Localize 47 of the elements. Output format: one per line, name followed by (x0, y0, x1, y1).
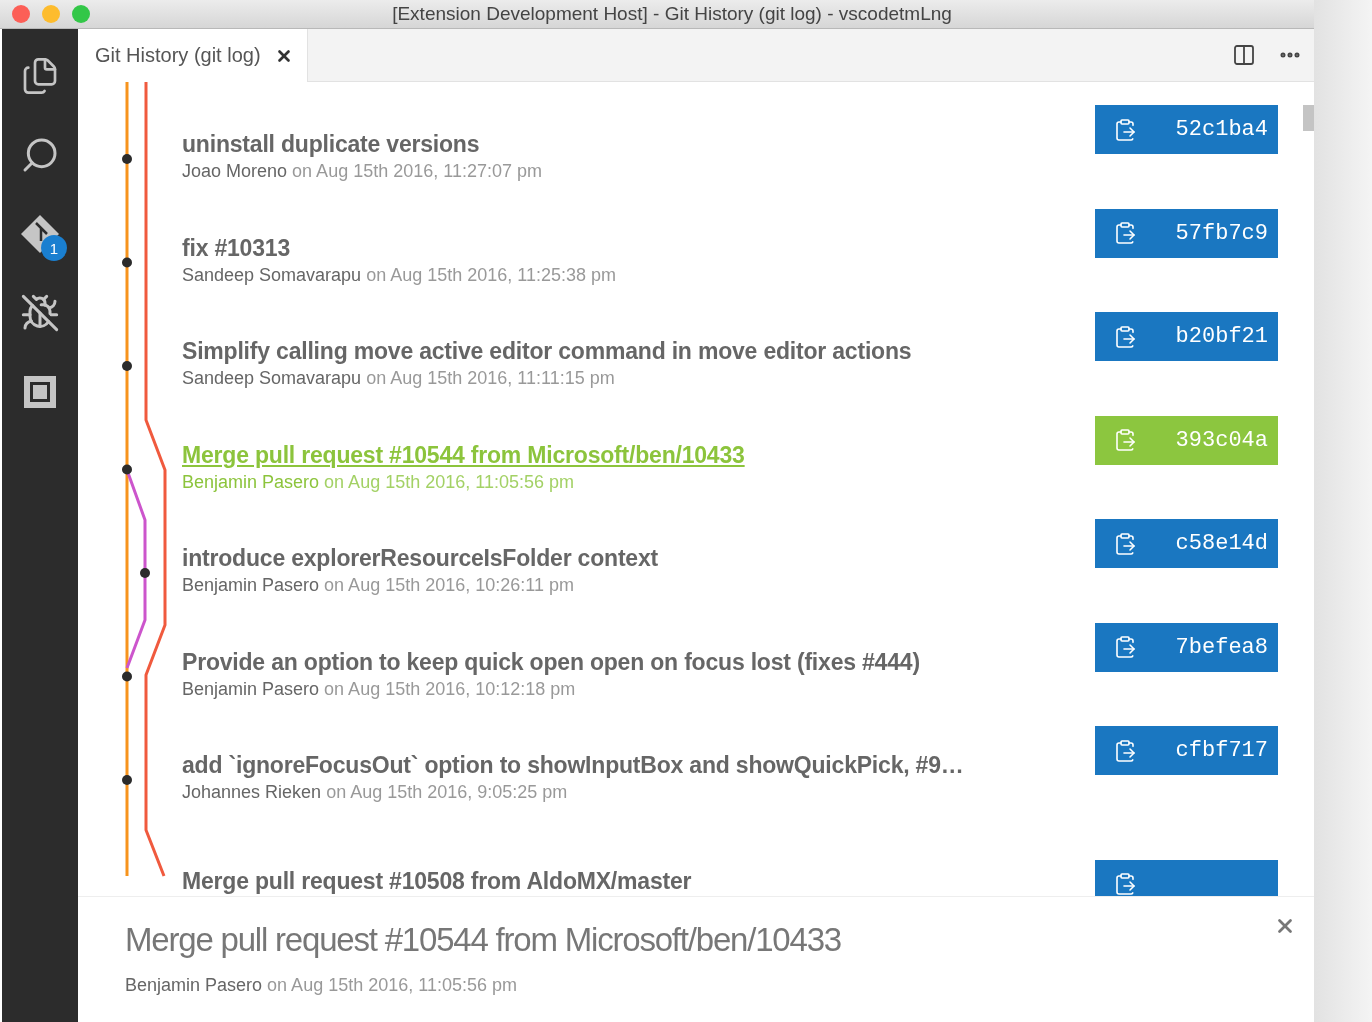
clipboard-icon (1113, 221, 1137, 245)
commit-title[interactable]: uninstall duplicate versions (182, 131, 480, 159)
commit-title[interactable]: Merge pull request #10508 from AldoMX/master (182, 867, 692, 895)
commit-dot (122, 464, 132, 475)
commit-dot (122, 775, 132, 785)
details-title: Merge pull request #10544 from Microsoft/ben/10433 (125, 921, 841, 959)
clipboard-icon (1113, 738, 1137, 763)
details-author-date: Benjamin Pasero on Aug 15th 2016, 11:05:56 pm (125, 975, 517, 996)
clipboard-icon (1113, 872, 1137, 896)
clipboard-icon (1113, 117, 1137, 142)
clipboard-icon (1113, 635, 1137, 659)
commit-dot (122, 361, 132, 371)
commit-title[interactable]: Provide an option to keep quick open open on focus lost (fixes #444) (182, 648, 920, 676)
extensions-icon (22, 374, 58, 410)
commit-dot (122, 671, 132, 682)
commit-author-date: Joao Moreno on Aug 15th 2016, 11:27:07 pm (182, 161, 542, 183)
editor-tab[interactable]: Git History (git log) (78, 29, 308, 82)
activity-bar-item[interactable]: 1 (15, 207, 65, 261)
split-editor-icon[interactable] (1232, 43, 1256, 67)
badge: 1 (41, 235, 67, 261)
window-title: [Extension Development Host] - Git History (git log) - vscodetmLng (391, 3, 953, 25)
commit-title[interactable]: Simplify calling move active editor command in move editor actions (182, 338, 912, 366)
commit-hash-button[interactable]: cfbf717 (1095, 726, 1278, 775)
clipboard-icon (1113, 428, 1137, 452)
commit-author-date: Sandeep Somavarapu on Aug 15th 2016, 11:11:15 pm (182, 368, 615, 390)
commit-author-date: Sandeep Somavarapu on Aug 15th 2016, 11:25:38 pm (182, 264, 617, 286)
tab-label: Git History (git log) (95, 44, 261, 67)
commit-author-date: Benjamin Pasero on Aug 15th 2016, 10:12:18 pm (182, 678, 576, 700)
commit-hash-button[interactable]: 7befea8 (1095, 622, 1278, 672)
scrollbar-thumb[interactable] (1303, 105, 1314, 131)
commit-hash-button[interactable]: b20bf21 (1095, 312, 1278, 361)
commit-title[interactable]: introduce explorerResourceIsFolder context (182, 545, 658, 573)
commit-title[interactable]: add `ignoreFocusOut` option to showInputBox and showQuickPick, #9… (182, 752, 964, 780)
commit-author-date: Benjamin Pasero on Aug 15th 2016, 11:05:56 pm (182, 471, 574, 493)
commit-title[interactable]: fix #10313 (182, 234, 290, 262)
commit-dot (122, 257, 132, 268)
clipboard-icon (1113, 324, 1137, 349)
commit-hash-button[interactable]: 52c1ba4 (1095, 105, 1278, 154)
commit-dot (140, 568, 150, 578)
clipboard-icon (1113, 531, 1137, 556)
commit-hash-button[interactable]: c58e14d (1095, 519, 1278, 568)
commit-hash-button[interactable] (1095, 859, 1278, 896)
commit-dot (122, 154, 132, 164)
commit-author-date: Johannes Rieken on Aug 15th 2016, 9:05:25 pm (182, 782, 568, 804)
commit-author-date: Benjamin Pasero on Aug 15th 2016, 10:26:11 pm (182, 575, 574, 597)
debug-icon (20, 293, 60, 333)
commit-hash-button[interactable]: 57fb7c9 (1095, 208, 1278, 258)
